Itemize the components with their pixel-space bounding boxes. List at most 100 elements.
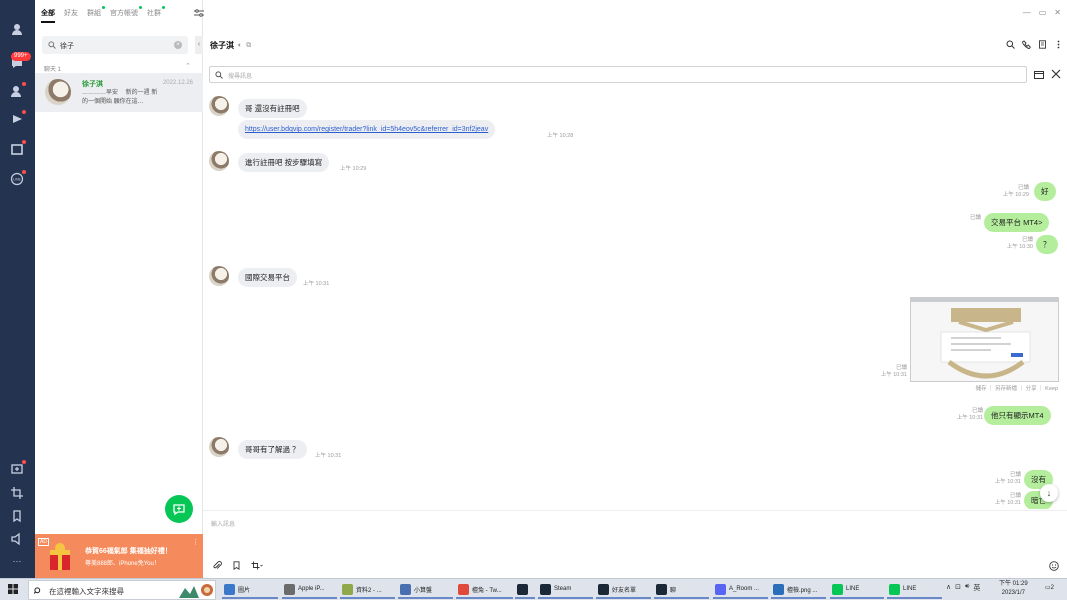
image-actions[interactable]: 儲存 ｜ 另存新檔 ｜ 分享 ｜ Keep (968, 384, 1058, 392)
svg-text:LINE: LINE (13, 178, 21, 182)
copy-icon[interactable]: ⧉ (246, 42, 251, 50)
chat-list-panel: 全部 好友 群組 官方帳號 社群 徐子 × ‹ 聊天 1 ⌃ 徐子淇 2022.… (35, 0, 204, 578)
avatar[interactable] (209, 96, 229, 116)
taskbar-app-button[interactable] (515, 581, 535, 599)
emoji-icon[interactable] (1049, 561, 1059, 571)
search-highlight-icon (179, 584, 213, 598)
chat-time: 2022.12.26 (162, 80, 193, 86)
avatar[interactable] (209, 437, 229, 457)
new-chat-button[interactable] (165, 495, 193, 523)
bookmark-icon[interactable] (232, 561, 241, 570)
notes-icon[interactable] (1038, 40, 1047, 49)
chat-list-item[interactable]: 徐子淇 2022.12.26 …………早安 新的一週 新的一個開始 願你在這… (35, 73, 203, 112)
taskbar-app-button[interactable]: 好友名單 (596, 581, 651, 599)
scroll-down-button[interactable]: ↓ (1040, 484, 1058, 502)
taskbar-app-button[interactable]: 檀檢.png ... (771, 581, 826, 599)
app-icon (598, 583, 609, 595)
clear-search-icon[interactable]: × (174, 41, 182, 49)
message-bubble[interactable]: 好 (1034, 182, 1056, 201)
taskbar-app-label: 資料2 - ... (356, 587, 382, 594)
taskbar-app-button[interactable]: 聊 (654, 581, 709, 599)
add-square-icon[interactable] (10, 460, 26, 476)
minimize-icon[interactable]: — (1023, 8, 1031, 17)
taskbar-app-button[interactable]: 資料2 - ... (340, 581, 395, 599)
taskbar-app-button[interactable]: Steam (538, 581, 593, 599)
message-search-input[interactable]: 搜尋訊息 (209, 66, 1027, 83)
tab-community[interactable]: 社群 (147, 6, 165, 23)
crop-icon[interactable] (251, 561, 263, 570)
app-icon (458, 583, 469, 595)
clock-date: 2023/1/7 (1001, 590, 1026, 596)
chevron-up-icon[interactable]: ⌃ (185, 62, 191, 70)
search-value: 徐子 (60, 43, 74, 50)
close-window-icon[interactable]: ✕ (1054, 8, 1061, 17)
line-icon[interactable]: LINE (10, 170, 26, 186)
crop-icon[interactable] (10, 486, 24, 500)
mute-icon[interactable]: 🔈︎ (238, 42, 242, 50)
openchat-icon[interactable] (10, 140, 26, 156)
search-icon[interactable] (1006, 40, 1015, 49)
more-vertical-icon[interactable] (1054, 40, 1063, 49)
app-icon (400, 583, 411, 595)
close-search-icon[interactable] (1051, 69, 1061, 79)
taskbar-app-button[interactable]: 檀兔 - Tw... (456, 581, 513, 599)
message-link[interactable]: https://user.bdqvip.com/register/trader?… (238, 120, 496, 139)
taskbar-app-button[interactable]: A_Room ... (713, 581, 768, 599)
message-bubble[interactable]: 交易平台 MT4> (984, 213, 1050, 232)
taskbar-app-button[interactable]: Apple iP... (282, 581, 337, 599)
taskbar-clock[interactable]: 下午 01:29 2023/1/7 (999, 580, 1028, 598)
phone-icon[interactable] (1022, 40, 1031, 49)
tab-all[interactable]: 全部 (41, 8, 55, 23)
speaker-icon[interactable] (10, 532, 24, 546)
avatar[interactable] (209, 151, 229, 171)
windows-start-icon[interactable] (8, 584, 18, 594)
read-label: 已讀 (971, 408, 983, 414)
attach-icon[interactable] (213, 561, 222, 570)
message-time: 上午 10:31 (315, 453, 342, 459)
taskbar-app-label: 小算盤 (414, 587, 433, 594)
calendar-icon[interactable] (1034, 70, 1044, 79)
read-receipt: 已讀 上午 10:31 (943, 408, 983, 422)
app-icon (889, 583, 900, 595)
volume-icon[interactable]: 🔊︎ (965, 583, 969, 593)
read-label: 已讀 (895, 365, 907, 371)
maximize-icon[interactable]: ▭ (1039, 8, 1047, 17)
friends-icon[interactable] (10, 22, 24, 36)
chat-list-tabs: 全部 好友 群組 官方帳號 社群 (41, 6, 165, 23)
image-thumbnail (911, 298, 1058, 381)
taskbar-app-button[interactable]: LINE (830, 581, 884, 599)
collapse-panel-button[interactable]: ‹ (195, 36, 203, 54)
taskbar-app-label: 檀檢.png ... (787, 587, 818, 594)
taskbar-app-button[interactable]: 圖片 (222, 581, 278, 599)
voom-icon[interactable] (10, 110, 26, 126)
ime-indicator[interactable]: 英 (973, 583, 980, 593)
message-bubble[interactable]: ？ (1036, 235, 1058, 254)
unread-badge: 999+ (11, 52, 31, 61)
read-label: 已讀 (1009, 493, 1021, 499)
taskbar-app-label: 聊 (670, 587, 677, 594)
message-bubble[interactable]: 哥 還沒有註冊吧 (238, 99, 307, 118)
message-bubble[interactable]: 國際交易平台 (238, 268, 297, 287)
chevron-up-icon[interactable]: ∧ (946, 583, 951, 593)
add-friend-icon[interactable] (10, 82, 26, 98)
ad-banner[interactable]: AD 恭賀66福氣郎 集福抽好禮！ 尊美888郎、iPhone免You！ ⋮ (35, 534, 203, 578)
notification-center-icon[interactable]: ▭2 (1045, 584, 1057, 595)
taskbar-app-button[interactable]: 小算盤 (398, 581, 453, 599)
taskbar-search-input[interactable]: 在這裡輸入文字來搜尋 (28, 580, 216, 600)
message-compose-area[interactable]: 輸入訊息 (203, 510, 1067, 578)
tab-groups[interactable]: 群組 (87, 6, 105, 23)
banner-more-icon[interactable]: ⋮ (192, 538, 199, 546)
network-icon[interactable]: ⊡ (955, 583, 961, 593)
avatar[interactable] (209, 266, 229, 286)
screenshot-image[interactable] (910, 297, 1059, 382)
taskbar-app-button[interactable]: LINE (887, 581, 942, 599)
tab-official[interactable]: 官方帳號 (110, 6, 142, 23)
bookmark-icon[interactable] (10, 509, 24, 523)
message-bubble[interactable]: 他只有顯示MT4 (984, 406, 1051, 425)
message-search-placeholder: 搜尋訊息 (228, 74, 253, 80)
message-bubble[interactable]: 哥哥有了解過 ？ (238, 440, 307, 459)
chat-search-input[interactable]: 徐子 × (42, 36, 188, 54)
more-icon[interactable]: ··· (10, 554, 24, 568)
tab-friends[interactable]: 好友 (64, 8, 78, 23)
message-bubble[interactable]: 進行註冊吧 按步驟填寫 (238, 153, 330, 172)
